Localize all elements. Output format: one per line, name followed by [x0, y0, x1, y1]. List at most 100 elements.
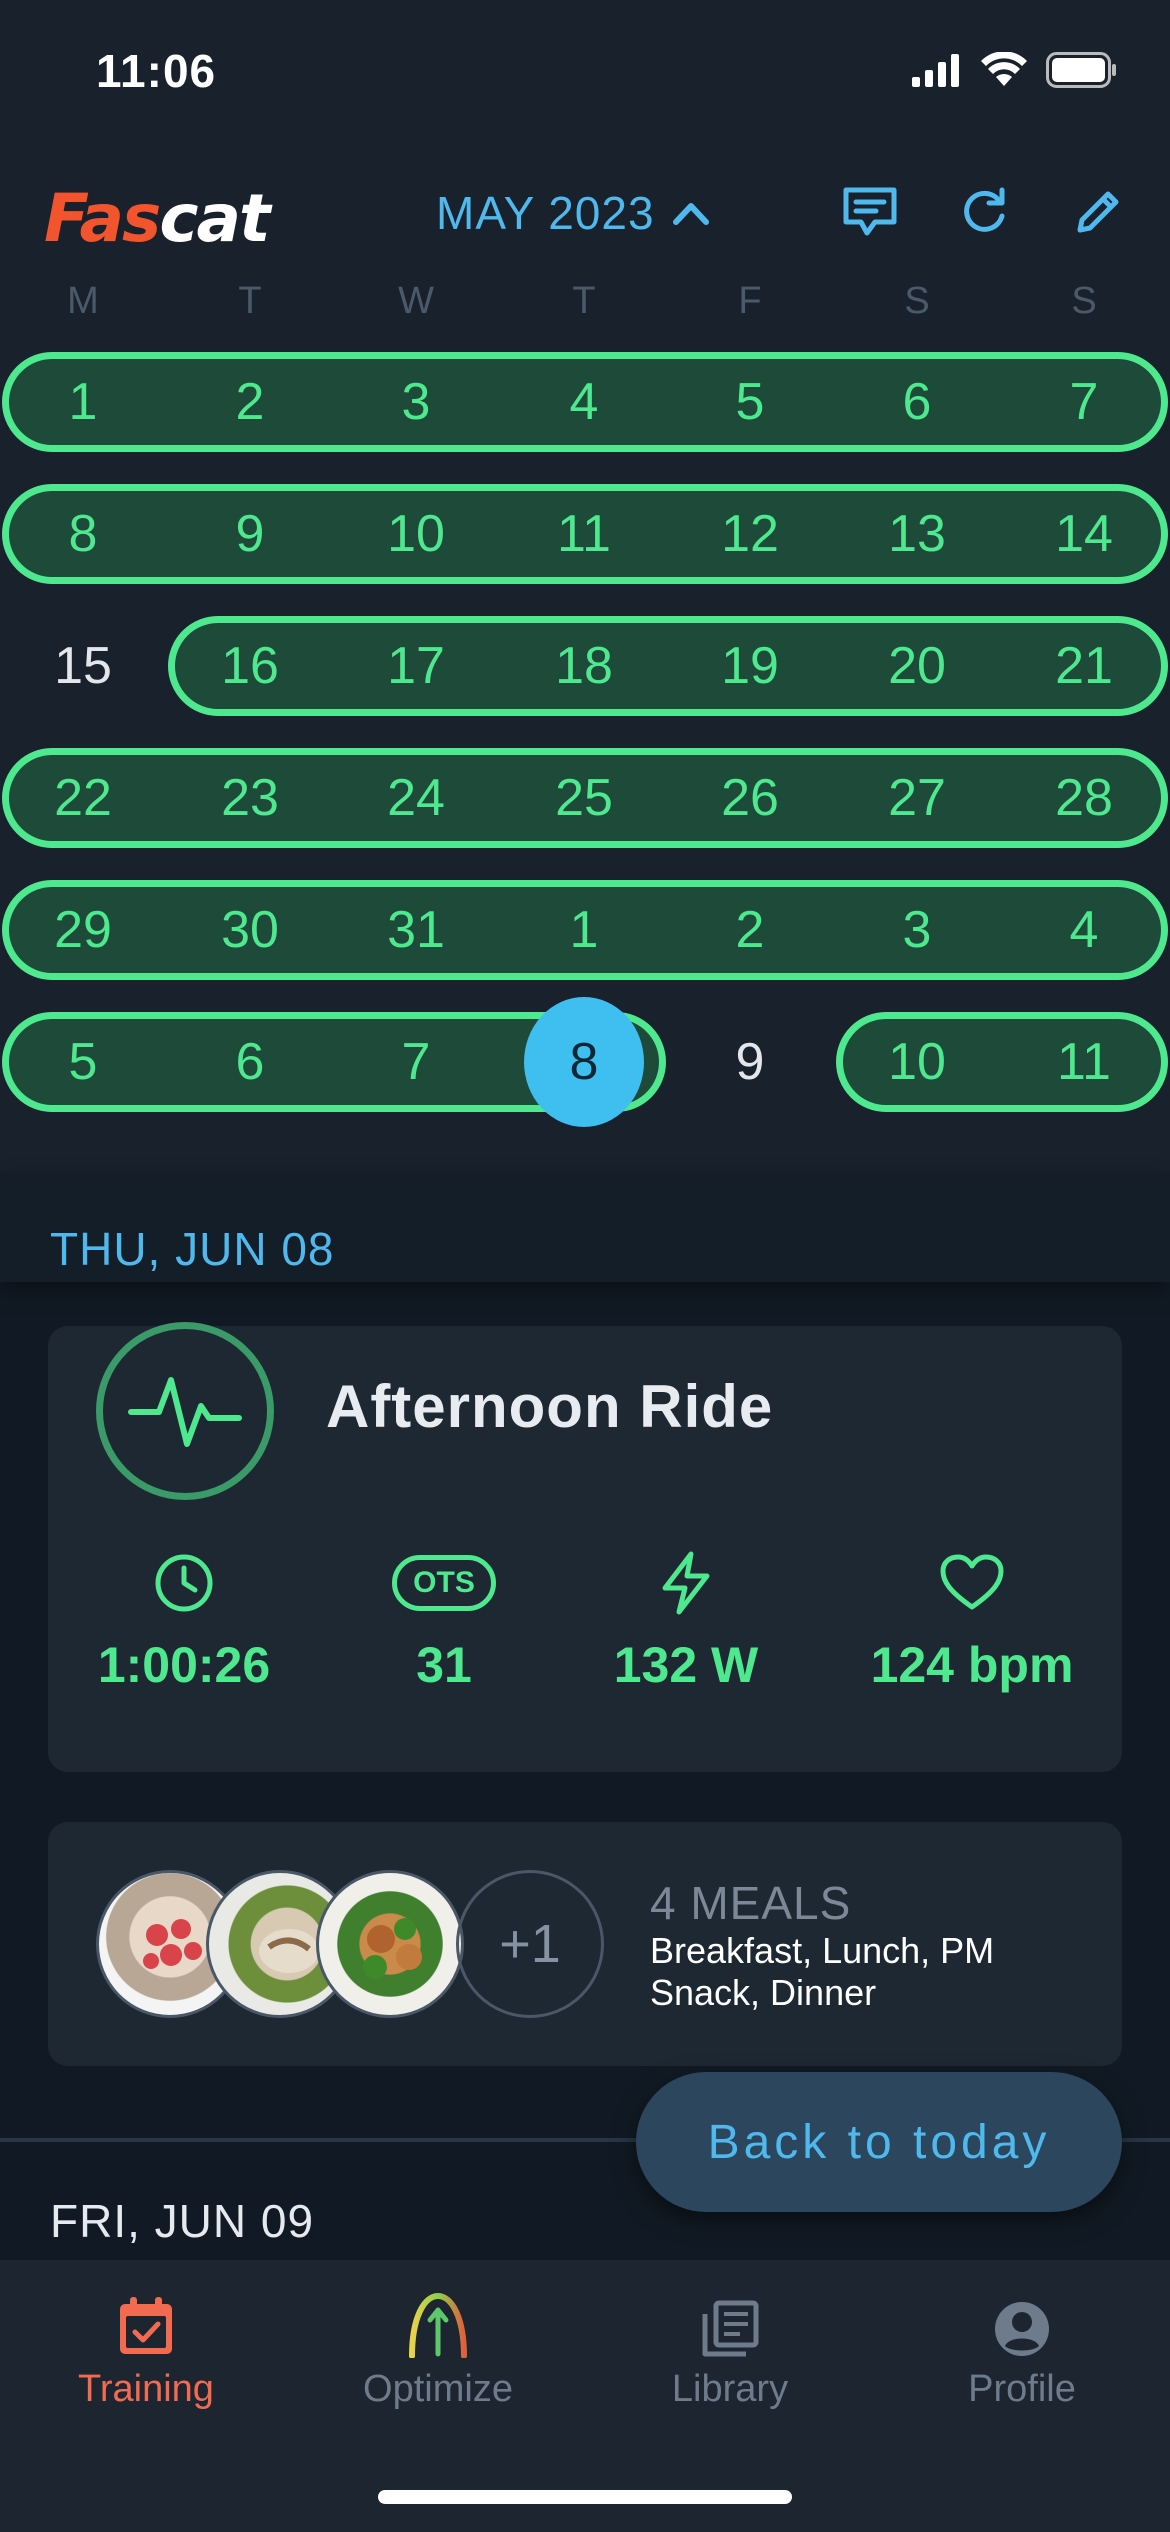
- refresh-icon[interactable]: [952, 180, 1016, 244]
- chevron-up-icon: [672, 203, 709, 225]
- calendar-day[interactable]: 16: [190, 616, 310, 716]
- edit-icon[interactable]: [1066, 180, 1130, 244]
- weekday-label: M: [67, 280, 99, 322]
- activity-icon-ring: [96, 1322, 274, 1500]
- calendar-day[interactable]: 13: [857, 484, 977, 584]
- calendar-day[interactable]: 3: [356, 352, 476, 452]
- tab-profile[interactable]: Profile: [902, 2288, 1142, 2411]
- calendar-day[interactable]: 31: [356, 880, 476, 980]
- chat-icon[interactable]: [838, 180, 902, 244]
- weekday-label: T: [238, 280, 262, 322]
- calendar-day[interactable]: 7: [356, 1012, 476, 1112]
- calendar-day[interactable]: 6: [857, 352, 977, 452]
- lightning-icon: [662, 1551, 710, 1615]
- weekday-label: F: [738, 280, 762, 322]
- day-label: FRI, JUN 09: [50, 2195, 315, 2247]
- profile-icon: [995, 2302, 1049, 2356]
- home-indicator[interactable]: [378, 2490, 792, 2504]
- calendar-week: 1 2 3 4 5 6 7: [0, 352, 1170, 452]
- calendar-day[interactable]: 8: [23, 484, 143, 584]
- calendar-day[interactable]: 26: [690, 748, 810, 848]
- stat-value: 1:00:26: [97, 1637, 271, 1693]
- activity-pulse-icon: [128, 1377, 242, 1447]
- calendar-day[interactable]: 11: [1024, 1012, 1144, 1112]
- calendar-week: 29 30 31 1 2 3 4: [0, 880, 1170, 980]
- today-marker: 8: [524, 997, 644, 1127]
- calendar-day[interactable]: 21: [1024, 616, 1144, 716]
- calendar-day-today[interactable]: 8: [524, 997, 644, 1127]
- logo-part-2: cat: [159, 180, 270, 257]
- calendar-day[interactable]: 10: [857, 1012, 977, 1112]
- meals-count: 4 MEALS: [650, 1877, 852, 1929]
- calendar-day[interactable]: 23: [190, 748, 310, 848]
- calendar-day[interactable]: 6: [190, 1012, 310, 1112]
- calendar-check-icon: [120, 2297, 172, 2354]
- calendar-day[interactable]: 2: [190, 352, 310, 452]
- day-label: THU, JUN 08: [50, 1223, 335, 1275]
- tab-optimize[interactable]: Optimize: [318, 2288, 558, 2411]
- calendar-day[interactable]: 25: [524, 748, 644, 848]
- logo-part-1: Fas: [44, 180, 161, 257]
- weekday-label: W: [398, 280, 434, 322]
- tab-label: Training: [78, 2368, 214, 2410]
- stat-value: 31: [416, 1637, 472, 1693]
- status-icons: [912, 52, 1118, 88]
- stat-heart-rate: 124 bpm: [842, 1548, 1102, 1694]
- calendar-day[interactable]: 4: [524, 352, 644, 452]
- calendar-day[interactable]: 7: [1024, 352, 1144, 452]
- calendar-week: 22 23 24 25 26 27 28: [0, 748, 1170, 848]
- back-to-today-button[interactable]: Back to today: [636, 2072, 1122, 2212]
- stat-ots: OTS 31: [314, 1548, 574, 1694]
- tab-library[interactable]: Library: [610, 2288, 850, 2411]
- stat-power: 132 W: [556, 1548, 816, 1694]
- calendar-day[interactable]: 9: [190, 484, 310, 584]
- calendar-week: 5 6 7 8 9 10 11: [0, 997, 1170, 1127]
- tab-label: Optimize: [363, 2368, 513, 2410]
- calendar-day[interactable]: 29: [23, 880, 143, 980]
- tab-label: Library: [671, 2368, 789, 2410]
- ots-badge: OTS: [392, 1555, 496, 1611]
- calendar-week: 15 16 17 18 19 20 21: [0, 616, 1170, 716]
- calendar-week: 8 9 10 11 12 13 14: [0, 484, 1170, 584]
- calendar-day[interactable]: 17: [356, 616, 476, 716]
- stat-duration: 1:00:26: [54, 1548, 314, 1694]
- heart-icon: [940, 1554, 1004, 1610]
- calendar-day[interactable]: 22: [23, 748, 143, 848]
- calendar-day[interactable]: 4: [1024, 880, 1144, 980]
- month-selector[interactable]: MAY 2023: [436, 186, 709, 240]
- weekday-label: T: [572, 280, 596, 322]
- fascat-logo: Fascat: [44, 180, 271, 257]
- calendar-day[interactable]: 2: [690, 880, 810, 980]
- calendar-day[interactable]: 5: [23, 1012, 143, 1112]
- battery-icon: [1046, 52, 1116, 88]
- calendar-day[interactable]: 15: [23, 616, 143, 716]
- calendar-day[interactable]: 30: [190, 880, 310, 980]
- signal-icon: [912, 54, 959, 87]
- calendar-day[interactable]: 5: [690, 352, 810, 452]
- optimize-arrow-icon: [409, 2292, 467, 2358]
- calendar-day[interactable]: 9: [690, 1012, 810, 1112]
- calendar-day[interactable]: 11: [524, 484, 644, 584]
- calendar-day[interactable]: 20: [857, 616, 977, 716]
- training-week-highlight: [168, 616, 1168, 716]
- calendar-day[interactable]: 1: [23, 352, 143, 452]
- tab-training[interactable]: Training: [26, 2288, 266, 2411]
- meal-photo-dinner: [316, 1870, 464, 2018]
- calendar-day[interactable]: 19: [690, 616, 810, 716]
- activity-title: Afternoon Ride: [326, 1373, 774, 1440]
- calendar-day[interactable]: 18: [524, 616, 644, 716]
- meals-list: Breakfast, Lunch, PM Snack, Dinner: [650, 1930, 995, 2013]
- calendar-day[interactable]: 28: [1024, 748, 1144, 848]
- wifi-icon: [981, 52, 1027, 86]
- library-icon: [702, 2300, 759, 2357]
- calendar-day[interactable]: 24: [356, 748, 476, 848]
- calendar-day[interactable]: 1: [524, 880, 644, 980]
- stat-value: 132 W: [613, 1637, 759, 1693]
- weekday-header: M T W T F S S: [0, 280, 1170, 330]
- calendar-day[interactable]: 12: [690, 484, 810, 584]
- calendar-day[interactable]: 3: [857, 880, 977, 980]
- tab-label: Profile: [968, 2368, 1076, 2410]
- calendar-day[interactable]: 14: [1024, 484, 1144, 584]
- calendar-day[interactable]: 10: [356, 484, 476, 584]
- calendar-day[interactable]: 27: [857, 748, 977, 848]
